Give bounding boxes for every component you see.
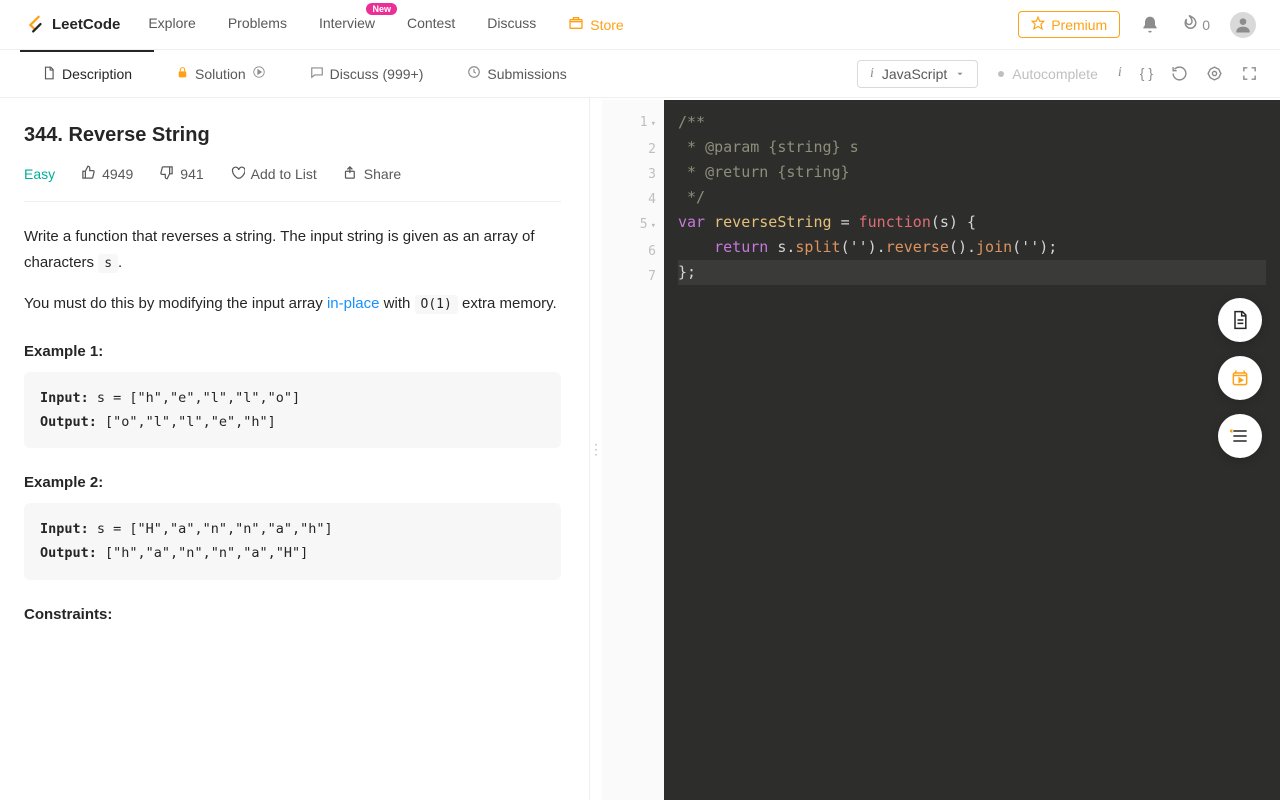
tab-description[interactable]: Description bbox=[20, 50, 154, 97]
hints-button[interactable] bbox=[1218, 414, 1262, 458]
in-place-link[interactable]: in-place bbox=[327, 295, 380, 312]
status-dot-icon bbox=[998, 71, 1004, 77]
play-circle-icon bbox=[252, 65, 266, 82]
thumbs-down-icon bbox=[159, 165, 174, 183]
nav-explore[interactable]: Explore bbox=[148, 15, 195, 34]
language-select[interactable]: i JavaScript bbox=[857, 60, 978, 88]
new-badge: New bbox=[366, 3, 397, 15]
user-avatar[interactable] bbox=[1230, 12, 1256, 38]
info-icon[interactable]: i bbox=[1118, 65, 1122, 82]
app-header: LeetCode Explore Problems InterviewNew C… bbox=[0, 0, 1280, 50]
floating-actions bbox=[1218, 298, 1262, 458]
chat-icon bbox=[310, 65, 324, 82]
header-right: Premium 0 bbox=[1018, 11, 1256, 38]
share-button[interactable]: Share bbox=[343, 165, 401, 183]
code-content[interactable]: /** * @param {string} s * @return {strin… bbox=[664, 100, 1280, 800]
notes-button[interactable] bbox=[1218, 298, 1262, 342]
like-button[interactable]: 4949 bbox=[81, 165, 133, 183]
nav-discuss[interactable]: Discuss bbox=[487, 15, 536, 34]
drag-handle-icon bbox=[589, 441, 603, 458]
example-2-title: Example 2: bbox=[24, 474, 561, 491]
braces-icon[interactable]: { } bbox=[1140, 65, 1153, 82]
thumbs-up-icon bbox=[81, 165, 96, 183]
autocomplete-toggle[interactable]: Autocomplete bbox=[998, 66, 1098, 82]
bell-icon[interactable] bbox=[1140, 15, 1160, 35]
lock-icon bbox=[176, 66, 189, 82]
add-to-list-button[interactable]: Add to List bbox=[230, 165, 317, 183]
dislike-button[interactable]: 941 bbox=[159, 165, 203, 183]
premium-button[interactable]: Premium bbox=[1018, 11, 1120, 38]
desc-paragraph: Write a function that reverses a string.… bbox=[24, 224, 561, 275]
tab-submissions[interactable]: Submissions bbox=[445, 50, 588, 97]
store-icon bbox=[568, 15, 584, 34]
chevron-down-icon bbox=[955, 66, 965, 82]
desc-paragraph: You must do this by modifying the input … bbox=[24, 291, 561, 317]
file-icon bbox=[42, 66, 56, 83]
streak-counter[interactable]: 0 bbox=[1180, 14, 1210, 35]
tabs-row: Description Solution Discuss (999+) Subm… bbox=[0, 50, 1280, 98]
fire-icon bbox=[1180, 14, 1198, 35]
line-gutter: 1▾2345▾67 bbox=[602, 100, 664, 800]
problem-pane: 344. Reverse String Easy 4949 941 Add to… bbox=[0, 98, 590, 800]
constraints-title: Constraints: bbox=[24, 606, 561, 623]
code-editor[interactable]: 1▾2345▾67 /** * @param {string} s * @ret… bbox=[602, 100, 1280, 800]
divider bbox=[24, 201, 561, 202]
fullscreen-icon[interactable] bbox=[1241, 65, 1258, 82]
pane-splitter[interactable] bbox=[590, 98, 602, 800]
brand-name: LeetCode bbox=[52, 16, 120, 33]
problem-meta: Easy 4949 941 Add to List Share bbox=[24, 165, 561, 183]
logo-icon bbox=[24, 14, 46, 36]
info-icon: i bbox=[870, 66, 874, 82]
brand-logo[interactable]: LeetCode bbox=[24, 14, 120, 36]
editor-icons: i { } bbox=[1118, 65, 1258, 82]
editor-pane: 1▾2345▾67 /** * @param {string} s * @ret… bbox=[602, 98, 1280, 800]
video-button[interactable] bbox=[1218, 356, 1262, 400]
nav-store[interactable]: Store bbox=[568, 15, 623, 34]
example-2-block: Input: s = ["H","a","n","n","a","h"]Outp… bbox=[24, 503, 561, 580]
reset-icon[interactable] bbox=[1171, 65, 1188, 82]
nav-interview[interactable]: InterviewNew bbox=[319, 15, 375, 34]
difficulty-badge: Easy bbox=[24, 166, 55, 182]
example-1-block: Input: s = ["h","e","l","l","o"]Output: … bbox=[24, 372, 561, 449]
star-icon bbox=[1031, 16, 1045, 33]
heart-icon bbox=[230, 165, 245, 183]
problem-tabs: Description Solution Discuss (999+) Subm… bbox=[0, 50, 589, 97]
top-nav: Explore Problems InterviewNew Contest Di… bbox=[148, 15, 1018, 34]
nav-contest[interactable]: Contest bbox=[407, 15, 455, 34]
clock-icon bbox=[467, 65, 481, 82]
example-1-title: Example 1: bbox=[24, 343, 561, 360]
nav-problems[interactable]: Problems bbox=[228, 15, 287, 34]
problem-description: Write a function that reverses a string.… bbox=[24, 224, 561, 623]
tab-solution[interactable]: Solution bbox=[154, 50, 288, 97]
main-split: 344. Reverse String Easy 4949 941 Add to… bbox=[0, 98, 1280, 800]
tab-discuss[interactable]: Discuss (999+) bbox=[288, 50, 446, 97]
problem-title: 344. Reverse String bbox=[24, 124, 561, 147]
editor-toolbar: i JavaScript Autocomplete i { } bbox=[835, 60, 1280, 88]
share-icon bbox=[343, 165, 358, 183]
settings-icon[interactable] bbox=[1206, 65, 1223, 82]
